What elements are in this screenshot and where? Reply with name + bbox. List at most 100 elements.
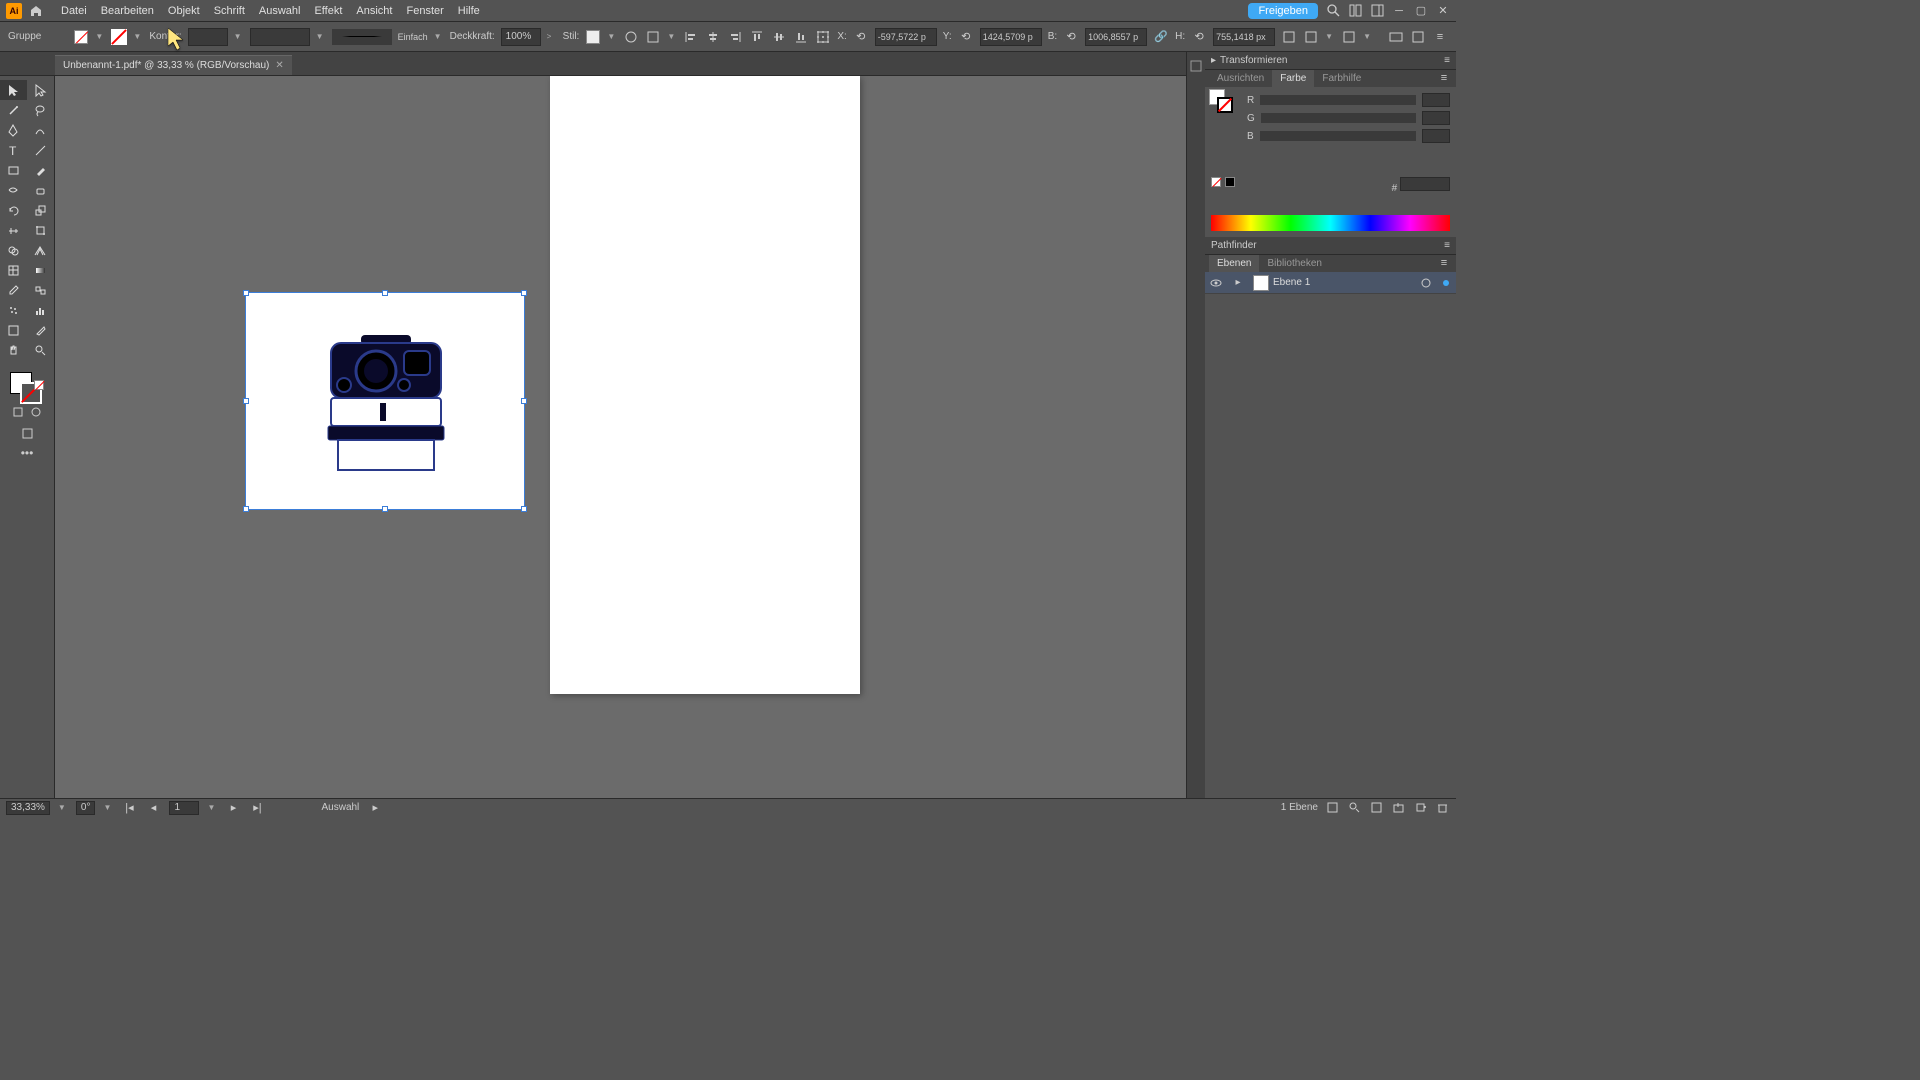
fill-stroke-indicator[interactable] xyxy=(0,368,54,412)
free-transform-tool[interactable] xyxy=(27,220,54,240)
menu-fenster[interactable]: Fenster xyxy=(399,2,450,20)
isolate-icon[interactable] xyxy=(1303,29,1319,45)
black-swatch[interactable] xyxy=(1225,177,1235,187)
layer-target-icon[interactable] xyxy=(1416,278,1436,288)
edit-toolbar-icon[interactable]: ••• xyxy=(0,446,54,460)
panel-menu-icon[interactable]: ≡ xyxy=(1436,255,1452,271)
artboard-first-icon[interactable]: |◂ xyxy=(121,800,137,816)
shape-builder-icon[interactable] xyxy=(1281,29,1297,45)
canvas-area[interactable] xyxy=(55,76,1186,798)
perspective-grid-tool[interactable] xyxy=(27,240,54,260)
transform-ref-icon[interactable] xyxy=(815,29,831,45)
fill-dropdown[interactable]: ▼ xyxy=(95,32,105,41)
direct-selection-tool[interactable] xyxy=(27,80,54,100)
document-setup-icon[interactable] xyxy=(645,29,661,45)
type-tool[interactable]: T xyxy=(0,140,27,160)
paintbrush-tool[interactable] xyxy=(27,160,54,180)
selection-handle[interactable] xyxy=(521,398,527,404)
menu-effekt[interactable]: Effekt xyxy=(307,2,349,20)
color-fill-stroke-indicator[interactable] xyxy=(1209,89,1239,119)
symbol-sprayer-tool[interactable] xyxy=(0,300,27,320)
close-icon[interactable]: ✕ xyxy=(1436,4,1450,18)
h-link-icon[interactable]: ⟲ xyxy=(1191,29,1207,45)
selection-handle[interactable] xyxy=(243,398,249,404)
menu-hilfe[interactable]: Hilfe xyxy=(451,2,487,20)
recolor-icon[interactable] xyxy=(623,29,639,45)
lasso-tool[interactable] xyxy=(27,100,54,120)
w-input[interactable]: 1006,8557 p xyxy=(1085,28,1147,46)
align-bottom-icon[interactable] xyxy=(793,29,809,45)
maximize-icon[interactable]: ▢ xyxy=(1414,4,1428,18)
r-slider[interactable] xyxy=(1260,95,1416,105)
eraser-tool[interactable] xyxy=(27,180,54,200)
b-slider[interactable] xyxy=(1260,131,1416,141)
y-input[interactable]: 1424,5709 p xyxy=(980,28,1042,46)
panel-collapse-icon[interactable]: ▸ xyxy=(1211,55,1216,66)
layer-name[interactable]: Ebene 1 xyxy=(1273,277,1416,288)
brush-definition-dropdown[interactable] xyxy=(332,29,392,45)
pathfinder-panel-header[interactable]: Pathfinder ≡ xyxy=(1205,237,1456,255)
artboard-prev-icon[interactable]: ◂ xyxy=(145,800,161,816)
artboard-next-icon[interactable]: ▸ xyxy=(225,800,241,816)
shaper-tool[interactable] xyxy=(0,180,27,200)
locate-object-icon[interactable] xyxy=(1324,800,1340,816)
x-input[interactable]: -597,5722 p xyxy=(875,28,937,46)
line-tool[interactable] xyxy=(27,140,54,160)
stroke-dropdown[interactable]: ▼ xyxy=(133,32,143,41)
selection-handle[interactable] xyxy=(382,290,388,296)
scale-tool[interactable] xyxy=(27,200,54,220)
artboard-last-icon[interactable]: ▸| xyxy=(249,800,265,816)
share-button[interactable]: Freigeben xyxy=(1248,3,1318,19)
curvature-tool[interactable] xyxy=(27,120,54,140)
mesh-tool[interactable] xyxy=(0,260,27,280)
shape-builder-tool[interactable] xyxy=(0,240,27,260)
stroke-swatch[interactable] xyxy=(111,29,127,45)
slice-tool[interactable] xyxy=(27,320,54,340)
stroke-weight-dropdown[interactable]: ▼ xyxy=(234,32,244,41)
tab-close-icon[interactable]: ✕ xyxy=(275,60,283,71)
stroke-profile-dropdown[interactable] xyxy=(250,28,310,46)
delete-layer-icon[interactable] xyxy=(1434,800,1450,816)
make-clipping-mask-icon[interactable] xyxy=(1368,800,1384,816)
rotation-input[interactable]: 0° xyxy=(76,801,96,815)
home-icon[interactable] xyxy=(28,3,44,19)
document-tab[interactable]: Unbenannt-1.pdf* @ 33,33 % (RGB/Vorschau… xyxy=(55,55,292,75)
align-to-icon[interactable] xyxy=(1341,29,1357,45)
blend-tool[interactable] xyxy=(27,280,54,300)
zoom-dropdown[interactable]: ▼ xyxy=(58,803,68,812)
layers-search-icon[interactable] xyxy=(1346,800,1362,816)
align-right-icon[interactable] xyxy=(727,29,743,45)
properties-panel-icon[interactable] xyxy=(1188,58,1204,74)
rotation-dropdown[interactable]: ▼ xyxy=(103,803,113,812)
magic-wand-tool[interactable] xyxy=(0,100,27,120)
selection-handle[interactable] xyxy=(382,506,388,512)
w-link-icon[interactable]: ⟲ xyxy=(1063,29,1079,45)
align-tab[interactable]: Ausrichten xyxy=(1209,70,1272,87)
hex-input[interactable] xyxy=(1400,177,1450,191)
opacity-input[interactable]: 100% xyxy=(501,28,541,46)
stroke-weight-input[interactable] xyxy=(188,28,228,46)
menu-bearbeiten[interactable]: Bearbeiten xyxy=(94,2,161,20)
menu-schrift[interactable]: Schrift xyxy=(207,2,252,20)
panel-menu-icon[interactable]: ≡ xyxy=(1444,240,1450,251)
selection-handle[interactable] xyxy=(243,290,249,296)
align-hcenter-icon[interactable] xyxy=(705,29,721,45)
status-play-icon[interactable]: ▸ xyxy=(367,800,383,816)
constrain-proportions-icon[interactable]: 🔗 xyxy=(1153,29,1169,45)
selection-handle[interactable] xyxy=(243,506,249,512)
libraries-tab[interactable]: Bibliotheken xyxy=(1259,255,1329,272)
layers-tab[interactable]: Ebenen xyxy=(1209,255,1259,272)
selected-group[interactable] xyxy=(245,292,525,510)
panel-menu-icon[interactable]: ≡ xyxy=(1436,70,1452,86)
rotate-tool[interactable] xyxy=(0,200,27,220)
minimize-icon[interactable]: ─ xyxy=(1392,4,1406,18)
layer-row[interactable]: ▸ Ebene 1 xyxy=(1205,272,1456,294)
selection-handle[interactable] xyxy=(521,290,527,296)
search-icon[interactable] xyxy=(1326,4,1340,18)
width-tool[interactable] xyxy=(0,220,27,240)
layer-expand-icon[interactable]: ▸ xyxy=(1227,277,1249,288)
new-sublayer-icon[interactable] xyxy=(1390,800,1406,816)
screen-mode-icon[interactable] xyxy=(0,426,54,440)
zoom-level-input[interactable]: 33,33% xyxy=(6,801,50,815)
gradient-tool[interactable] xyxy=(27,260,54,280)
